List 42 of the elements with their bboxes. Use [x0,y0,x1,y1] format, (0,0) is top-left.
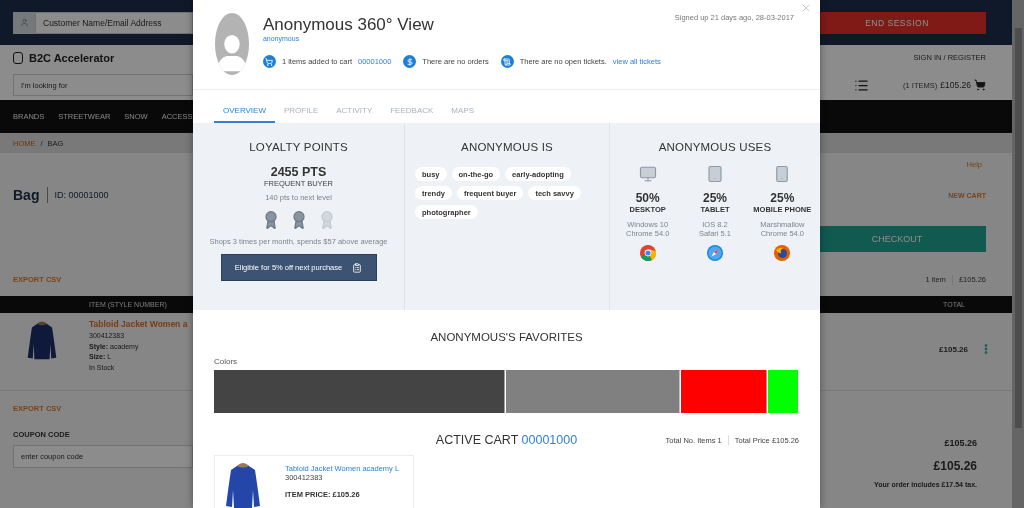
jacket-photo [223,460,263,508]
dollar-icon [403,55,417,68]
chrome-logo-icon [639,245,656,261]
cart-id-link[interactable]: 00001000 [521,433,578,447]
active-cart-title: ACTIVE CART 00001000 [435,433,578,447]
total-amount: £105.26 [933,459,977,473]
points-value: 2455 PTS [270,165,327,179]
logo-icon [13,51,23,64]
tablet-icon [706,165,724,183]
bag-id: ID: 00001000 [54,190,109,200]
compass-icon [707,245,723,261]
product-name-link[interactable]: Tabloid Jacket Women a [89,319,188,331]
cart-icon [974,79,986,91]
list-icon[interactable] [854,77,870,93]
person-icon [13,11,35,34]
device-share: 25% [770,191,795,205]
scrollbar[interactable] [1012,0,1024,508]
cart-icon [262,55,276,68]
tab[interactable]: FEEDBACK [381,106,443,123]
monitor-icon [638,165,657,183]
device-share: 25% [702,191,727,205]
clipboard-icon [352,262,363,273]
tab[interactable]: ACTIVITY [327,106,382,123]
firefox-logo-icon [774,245,791,261]
section-title: LOYALTY POINTS [249,141,348,153]
dialog-title: Anonymous 360° View [262,15,435,35]
device-share: 50% [635,191,660,205]
bag-title: Bag [13,187,49,203]
row-total: £105.26 [939,344,968,354]
section-title: ANONYMOUS IS [461,141,553,153]
tab[interactable]: MAPS [442,106,484,123]
logo-text: B2C Accelerator [29,51,115,64]
avatar-placeholder [215,13,249,75]
customer-search-field[interactable]: Customer Name/Email Address [35,11,193,34]
logo[interactable]: B2C Accelerator [13,51,115,64]
section-title: ANONYMOUS USES [658,141,772,153]
close-button[interactable] [800,2,812,14]
colors-label: Colors [214,357,239,366]
ticket-icon [500,55,514,68]
section-title: ANONYMOUS'S FAVORITES [430,331,583,343]
subtotal-amount: £105.26 [944,438,977,448]
tab[interactable]: PROFILE [275,106,328,123]
